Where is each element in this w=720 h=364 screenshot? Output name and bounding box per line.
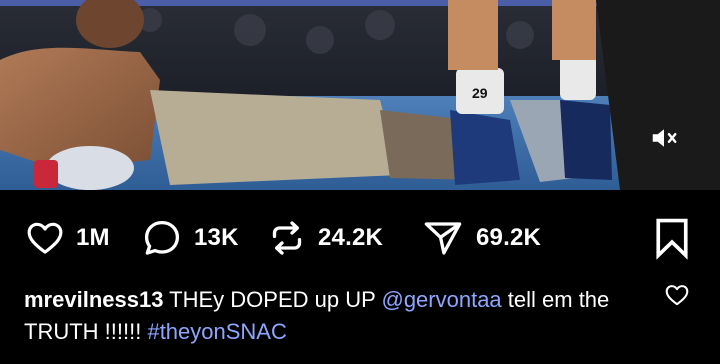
post-video[interactable]: 29 <box>0 0 720 190</box>
caption-username[interactable]: mrevilness13 <box>24 287 163 312</box>
send-paper-plane-icon <box>424 222 462 255</box>
share-count: 69.2K <box>476 224 542 251</box>
boxing-scene-image: 29 <box>0 0 720 190</box>
repost-action[interactable]: 24.2K <box>266 216 383 260</box>
post-caption: mrevilness13 THEy DOPED up UP @gervontaa… <box>24 284 644 348</box>
repost-count: 24.2K <box>318 224 384 251</box>
heart-icon <box>665 285 689 306</box>
like-action[interactable]: 1M <box>24 216 110 260</box>
caption-hashtag-link[interactable]: #theyonSNAC <box>147 319 286 344</box>
trunks-number: 29 <box>472 85 488 101</box>
comment-action[interactable]: 13K <box>140 216 239 260</box>
caption-like-button[interactable] <box>664 282 690 308</box>
caption-text: THEy DOPED up UP <box>163 287 382 312</box>
like-count: 1M <box>76 224 110 251</box>
bookmark-icon <box>656 218 688 260</box>
mute-toggle-button[interactable] <box>646 120 682 156</box>
save-action[interactable] <box>650 216 694 260</box>
heart-icon <box>27 222 63 254</box>
comment-bubble-icon <box>144 220 180 255</box>
repost-icon <box>272 221 302 255</box>
share-action[interactable]: 69.2K <box>420 216 541 260</box>
speaker-muted-icon <box>652 129 677 147</box>
caption-mention-link[interactable]: @gervontaa <box>381 287 501 312</box>
post-action-bar: 1M 13K 24.2K 69.2K <box>0 190 720 282</box>
comment-count: 13K <box>194 224 239 251</box>
